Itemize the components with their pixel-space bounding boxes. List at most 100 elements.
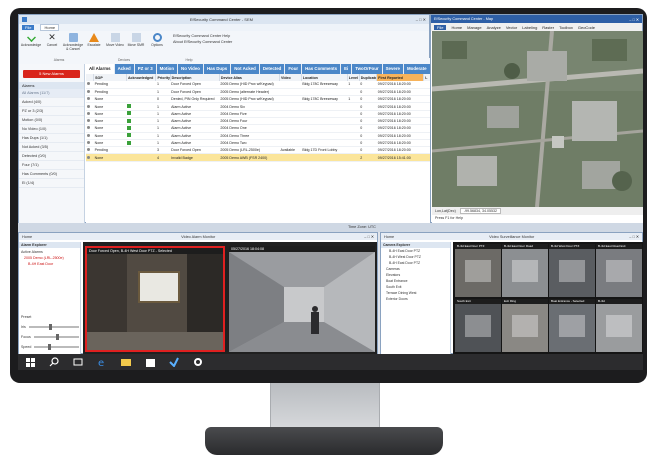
escalate-button[interactable]: Escalate [85,33,103,47]
camera-tile[interactable]: B-4H East Door Road [502,244,548,297]
map-menu-item[interactable]: Vector [506,25,517,30]
alarm-filter-tab[interactable]: Ei [341,64,352,74]
map-menu-item[interactable]: Labeling [522,25,537,30]
alarm-filter-tab[interactable]: Severe [382,64,403,74]
alarm-filter-tab[interactable]: Detected [259,64,285,74]
ptz-speed[interactable]: Speed [21,342,79,352]
camera-tile[interactable]: B-4H East Road Exit [596,244,642,297]
sidebar-filter-item[interactable]: Four (7/1) [19,161,84,170]
column-header[interactable]: Video [279,74,302,81]
map-menu-item[interactable]: Manage [467,25,481,30]
settings-gear-icon[interactable] [186,354,210,370]
ptz-preset[interactable]: Preset [21,312,79,322]
menu-home[interactable]: Home [40,24,60,31]
sidebar-filter-item[interactable]: No Video (1/0) [19,125,84,134]
map-menu-item[interactable]: Raster [542,25,554,30]
menu-file[interactable]: File [22,25,35,30]
camera-tile[interactable]: Exit Ring [502,299,548,352]
acknowledge-button[interactable]: Acknowledge [21,33,41,47]
alarm-row[interactable]: None 0 Denied, PIN Only Required 2005 Demo … [86,95,431,104]
timezone-label[interactable]: Time Zone: UTC [348,225,376,229]
column-header[interactable]: Duplicate [359,74,378,81]
map-menu-item[interactable]: Home [451,25,462,30]
alarm-row[interactable]: None 1 Alarm Active 2004 Demo Two 0 09/27/201… [86,139,431,148]
video-window-controls[interactable]: – □ ✕ [364,234,374,239]
alarm-window-titlebar[interactable]: EfSecurity Command Center - SEM – □ ✕ [19,15,429,24]
coord-value[interactable]: -99.56834, 34.05532 [459,208,501,214]
new-alarms-button[interactable]: 5 New Alarms [23,70,80,78]
map-menu-item[interactable]: Toolbox [559,25,573,30]
alarm-filter-tab[interactable]: All Alarms [86,64,114,74]
sidebar-filter-item[interactable]: All Alarms (11/7) [19,89,84,98]
column-header[interactable]: First Reported [376,74,425,81]
camera-feed-selected[interactable]: Door Forced Open, B-4H West Door PTZ - S… [85,246,225,352]
camera-tile[interactable]: Boat Entrance - Selected [549,299,595,352]
camera-tile[interactable]: South Exit [455,299,501,352]
alarm-filter-tab[interactable]: Four [285,64,302,74]
ptz-focus[interactable]: Focus [21,332,79,342]
surveillance-window-controls[interactable]: – □ ✕ [629,234,639,239]
column-header[interactable]: Description [170,74,220,81]
alarm-filter-tab[interactable]: PZ or 3 [134,64,156,74]
store-icon[interactable] [138,354,162,370]
alarm-row[interactable]: Pending 3 Door Forced Open 2005 Demo (LRL-2… [86,146,431,155]
surveillance-tab[interactable]: Home [384,235,394,239]
alarm-row[interactable]: None 4 Invalid Badge 2005 Demo AWB (FSR 240… [86,153,431,162]
alarm-filter-tab[interactable]: TwoOrFour [352,64,382,74]
iris-knob[interactable] [48,324,52,330]
about-link[interactable]: About EfSecurity Command Center [173,39,232,45]
alarm-row[interactable]: Pending 1 Door Forced Open 2005 Demo (HID P… [86,81,431,89]
file-explorer-icon[interactable] [114,354,138,370]
alarm-filter-tab[interactable]: Has Comments [302,64,341,74]
options-button[interactable]: Options [148,33,166,47]
mail-icon[interactable] [162,354,186,370]
surveillance-titlebar[interactable]: Home Video Surveillance Monitor – □ ✕ [381,233,642,240]
map-titlebar[interactable]: EfSecurity Command Center - Map – □ ✕ [431,15,642,23]
sidebar-filter-item[interactable]: PZ or 3 (2/3) [19,107,84,116]
alarm-filter-tab[interactable]: Acked [114,64,134,74]
edge-icon[interactable]: e [90,354,114,370]
alarm-filter-tab[interactable]: Moderate [404,64,430,74]
sidebar-filter-item[interactable]: Detected (0/0) [19,152,84,161]
alarm-filter-tab[interactable]: Has Dups [203,64,231,74]
alarm-filter-tab[interactable]: Not Acked [231,64,259,74]
alarm-row[interactable]: None 1 Alarm Active 2004 Demo One 0 09/27/201… [86,124,431,133]
ack-cancel-button[interactable]: Acknowledge & Cancel [63,33,83,51]
satellite-map[interactable] [432,31,643,207]
map-window-controls[interactable]: – □ ✕ [629,17,639,22]
focus-knob[interactable] [56,334,60,340]
alarm-row[interactable]: Pending 1 Door Forced Open 2005 Demo (alter… [86,88,431,97]
sidebar-filter-item[interactable]: Acked (4/0) [19,98,84,107]
iris-slider[interactable] [28,324,79,330]
sidebar-filter-item[interactable]: Has Dups (1/1) [19,134,84,143]
alarm-row[interactable]: None 1 Alarm Active 2004 Demo Five 0 09/27/20… [86,110,431,119]
alarm-tree-item-0[interactable]: Active Alarms [19,248,80,256]
speed-slider[interactable] [34,344,79,350]
alarm-row[interactable]: None 1 Alarm Active 2004 Demo Three 0 09/27/2… [86,132,431,140]
alarm-row[interactable]: None 1 Alarm Active 2004 Demo Six 0 09/27/201… [86,102,431,111]
video-tab[interactable]: Home [22,235,32,239]
alarm-tree-item-2[interactable]: B-4H East Door [19,260,80,268]
sidebar-filter-item[interactable]: Ei (1/4) [19,179,84,188]
task-view-icon[interactable] [66,354,90,370]
camera-tile[interactable]: B-4H East Door PTZ [455,244,501,297]
move-video-button[interactable]: Move Video [106,33,124,47]
map-menu-item[interactable]: Analyze [487,25,501,30]
alarm-row[interactable]: None 1 Alarm Active 2004 Demo Four 0 09/27/20… [86,117,431,126]
cancel-button[interactable]: ✕ Cancel [43,33,61,48]
column-header[interactable]: Level [347,74,360,81]
alarm-filter-tab[interactable]: No Video [178,64,203,74]
alarm-filter-tab[interactable]: Motion [156,64,178,74]
camera-tile[interactable]: B-4H West Door PTZ [549,244,595,297]
map-menu-item[interactable]: File [434,24,447,30]
sidebar-filter-item[interactable]: Has Comments (0/0) [19,170,84,179]
column-header[interactable]: Location [301,74,348,81]
ptz-iris[interactable]: Iris [21,322,79,332]
sidebar-filter-item[interactable]: Not Acked (3/5) [19,143,84,152]
focus-slider[interactable] [33,334,79,340]
camera-tile[interactable]: B-4H [596,299,642,352]
camera-tree-item[interactable]: Exterior Doors [381,296,450,302]
search-icon[interactable] [42,354,66,370]
window-controls[interactable]: – □ ✕ [416,17,426,22]
column-header[interactable] [86,74,95,81]
